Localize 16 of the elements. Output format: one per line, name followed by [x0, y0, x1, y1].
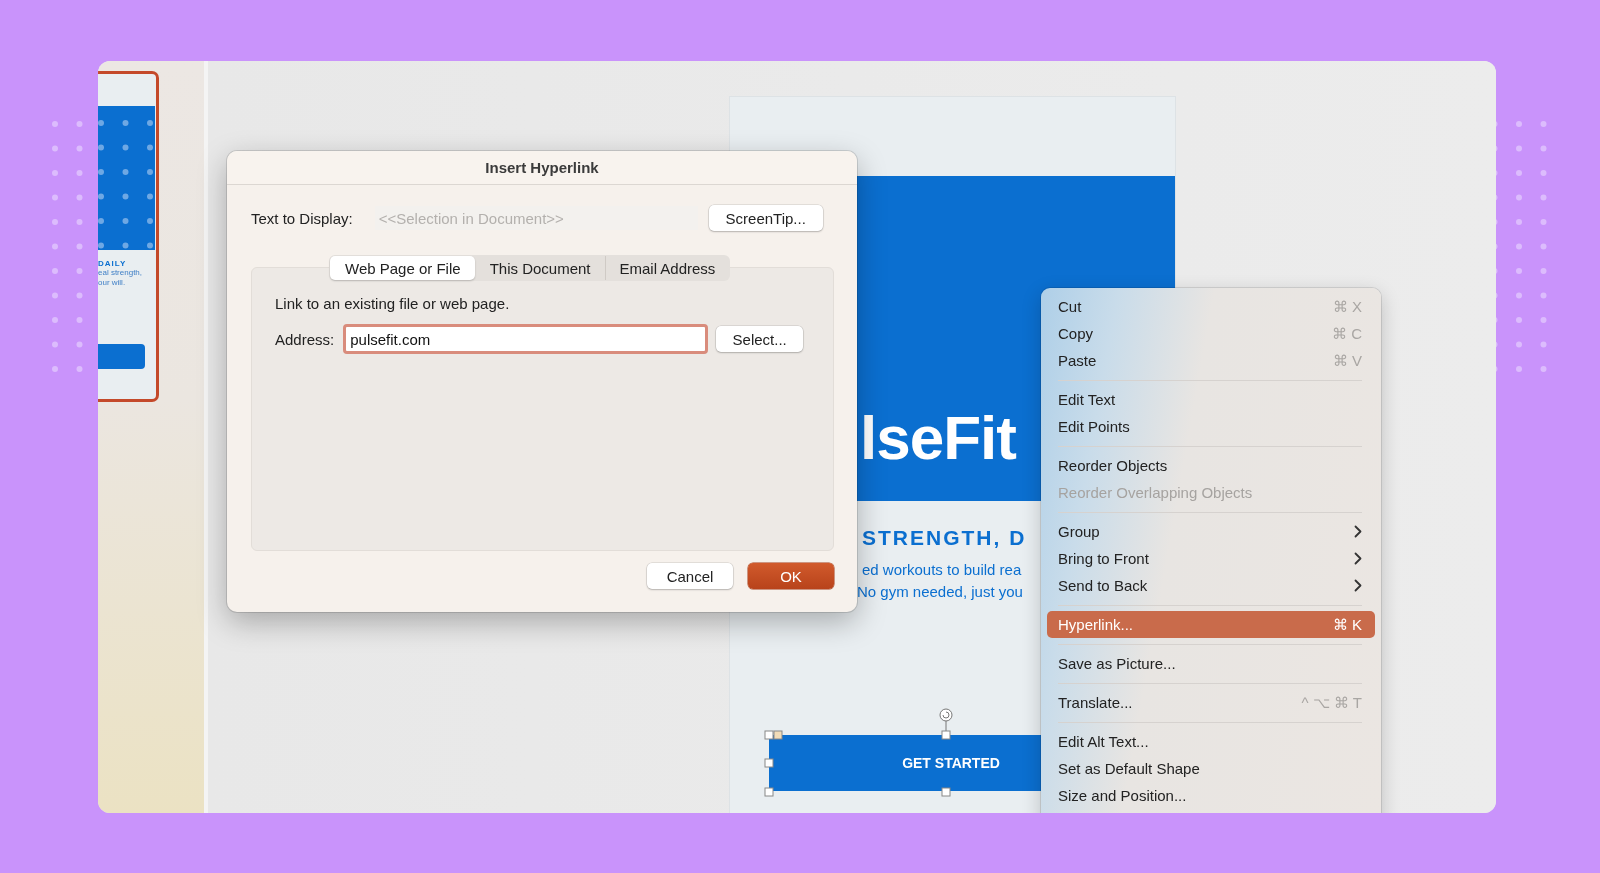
slide-body-text: No gym needed, just you — [857, 583, 1023, 600]
slide-title: lseFit — [860, 407, 1016, 469]
thumbnail-text: our will. — [98, 278, 127, 288]
shortcut-text: ⌘ K — [1332, 615, 1362, 634]
thumbnail-heading: DAILY — [98, 259, 128, 268]
shortcut-text: ⌘ X — [1332, 297, 1362, 316]
slide-tagline: STRENGTH, D — [862, 526, 1027, 550]
shortcut-text: ⌘ C — [1332, 324, 1362, 343]
shortcut-text: ⌘ V — [1332, 351, 1362, 370]
shortcut-text: ^ ⌥ ⌘ T — [1301, 693, 1362, 712]
slide-body-text: ed workouts to build rea — [862, 561, 1022, 578]
dialog-title: Insert Hyperlink — [485, 159, 599, 176]
field-label: Address: — [275, 330, 335, 348]
thumbnail-text: eal strength, — [98, 268, 144, 278]
field-label: Text to Display: — [251, 209, 353, 227]
hint-text: Link to an existing file or web page. — [275, 295, 511, 312]
